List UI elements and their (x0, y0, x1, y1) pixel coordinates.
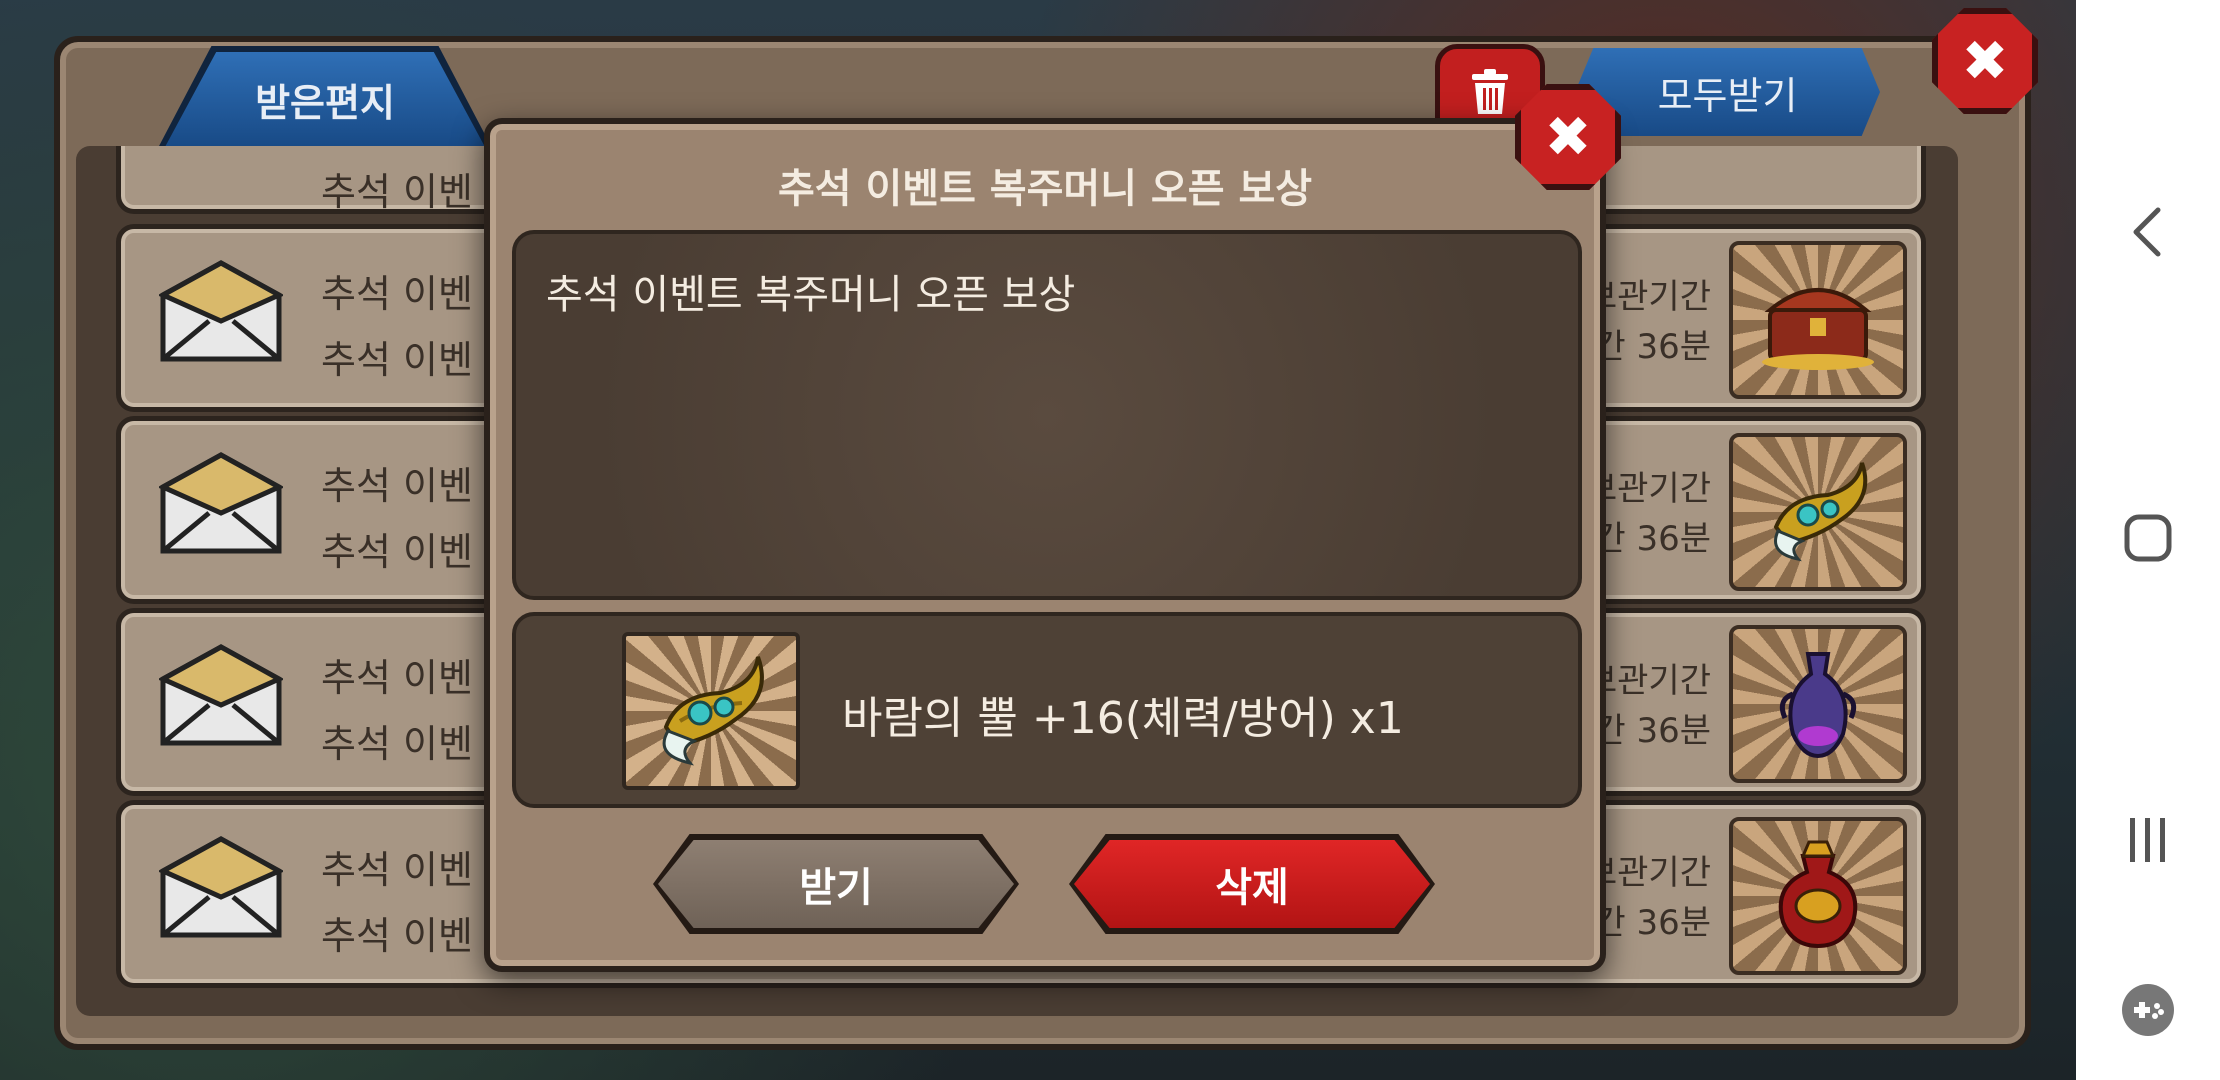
mail-title: 추석 이벤 (321, 464, 473, 508)
home-square-icon (2124, 514, 2172, 562)
dialog-message-box: 추석 이벤트 복주머니 오픈 보상 (512, 230, 1582, 600)
red-urn-icon (1729, 817, 1907, 975)
game-launcher-button[interactable] (2112, 974, 2184, 1046)
close-icon: ✖ (1961, 28, 2009, 94)
home-button[interactable] (2112, 502, 2184, 574)
close-icon: ✖ (1544, 104, 1592, 170)
envelope-icon (159, 260, 283, 362)
delete-button[interactable]: 삭제 (1074, 840, 1430, 928)
recents-bars-icon (2130, 818, 2165, 862)
reward-item-box: 바람의 뿔 +16(체력/방어) x1 (512, 612, 1582, 808)
mail-title: 추석 이벤 (321, 170, 473, 214)
reward-item-label: 바람의 뿔 +16(체력/방어) x1 (842, 693, 1404, 744)
close-panel-button[interactable]: ✖ (1932, 8, 2038, 114)
mail-title: 추석 이벤 (321, 656, 473, 700)
mail-subtitle: 추석 이벤 (321, 530, 473, 574)
receive-button[interactable]: 받기 (658, 840, 1014, 928)
mail-title: 추석 이벤 (321, 272, 473, 316)
back-chevron-icon (2133, 207, 2161, 257)
mail-title: 추석 이벤 (321, 848, 473, 892)
mail-subtitle: 추석 이벤 (321, 338, 473, 382)
mail-subtitle: 추석 이벤 (321, 722, 473, 766)
envelope-icon (159, 836, 283, 938)
mail-subtitle: 추석 이벤 (321, 914, 473, 958)
recents-button[interactable] (2112, 804, 2184, 876)
system-nav-bar (2076, 0, 2220, 1080)
wind-horn-icon (662, 656, 764, 766)
dialog-title: 추석 이벤트 복주머니 오픈 보상 (777, 166, 1313, 212)
treasure-chest-icon (1729, 241, 1907, 399)
reward-dialog: 추석 이벤트 복주머니 오픈 보상 추석 이벤트 복주머니 오픈 보상 바람의 … (484, 118, 1606, 972)
close-dialog-button[interactable]: ✖ (1515, 84, 1621, 190)
envelope-icon (159, 644, 283, 746)
trash-icon (1472, 69, 1508, 114)
tab-inbox[interactable]: 받은편지 (165, 52, 485, 147)
dialog-message: 추석 이벤트 복주머니 오픈 보상 (546, 272, 1076, 318)
game-launcher-icon (2122, 984, 2174, 1036)
reward-item-frame (622, 632, 800, 790)
wind-horn-icon (1729, 433, 1907, 591)
back-button[interactable] (2112, 196, 2184, 268)
potion-vase-icon (1729, 625, 1907, 783)
envelope-icon (159, 452, 283, 554)
